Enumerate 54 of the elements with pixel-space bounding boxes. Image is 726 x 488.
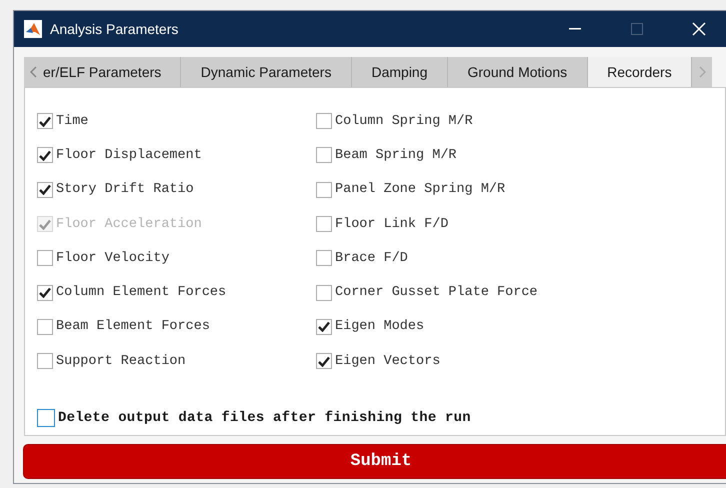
checkbox-label: Time bbox=[56, 114, 88, 129]
tab[interactable]: er/ELF Parameters bbox=[24, 57, 182, 87]
checkbox-label: Column Element Forces bbox=[56, 285, 226, 300]
checkbox[interactable] bbox=[37, 182, 53, 198]
chevron-right-icon bbox=[698, 66, 706, 78]
checkbox-label: Brace F/D bbox=[335, 250, 408, 266]
checkbox[interactable] bbox=[316, 250, 332, 266]
checkbox[interactable] bbox=[37, 147, 53, 164]
checkbox[interactable] bbox=[316, 318, 332, 335]
checkbox-label: Support Reaction bbox=[56, 354, 186, 369]
checkbox[interactable] bbox=[316, 353, 332, 370]
checkbox[interactable] bbox=[37, 318, 53, 335]
checkbox[interactable] bbox=[37, 250, 53, 266]
chevron-left-icon bbox=[30, 66, 37, 78]
check-icon bbox=[39, 184, 51, 196]
checkbox-label: Beam Element Forces bbox=[56, 319, 210, 334]
check-icon bbox=[39, 287, 51, 298]
checkbox-label: Corner Gusset Plate Force bbox=[335, 285, 538, 300]
checkbox-label: Eigen Vectors bbox=[335, 354, 440, 369]
checkbox-label: Eigen Modes bbox=[335, 319, 424, 334]
minimize-icon bbox=[569, 28, 581, 30]
tab[interactable]: Dynamic Parameters bbox=[181, 57, 352, 87]
window-title: Analysis Parameters bbox=[50, 21, 180, 37]
checkbox-label: Panel Zone Spring M/R bbox=[335, 182, 506, 198]
app-logo-icon bbox=[24, 20, 42, 38]
checkbox[interactable] bbox=[37, 409, 55, 427]
checkbox[interactable] bbox=[316, 216, 332, 232]
checkbox[interactable] bbox=[37, 113, 53, 130]
checkbox-label: Column Spring M/R bbox=[335, 114, 473, 129]
checkbox-label: Story Drift Ratio bbox=[56, 182, 194, 198]
checkbox-label: Floor Velocity bbox=[56, 250, 170, 266]
maximize-icon bbox=[631, 23, 643, 35]
checkbox-label: Delete output data files after finishing the run bbox=[58, 410, 471, 426]
checkbox[interactable] bbox=[316, 113, 332, 130]
checkbox-label: Beam Spring M/R bbox=[335, 148, 457, 163]
checkbox[interactable] bbox=[37, 284, 53, 301]
checkbox-label: Floor Displacement bbox=[56, 148, 202, 163]
submit-button[interactable]: Submit bbox=[23, 444, 726, 479]
checkbox-label: Floor Link F/D bbox=[335, 216, 448, 232]
close-icon bbox=[692, 22, 706, 36]
check-icon bbox=[318, 356, 330, 367]
checkbox[interactable] bbox=[316, 182, 332, 198]
check-icon bbox=[318, 321, 330, 332]
check-icon bbox=[39, 116, 51, 127]
tab[interactable]: Ground Motions bbox=[448, 57, 588, 87]
tab[interactable]: Recorders bbox=[588, 57, 692, 87]
checkbox[interactable] bbox=[316, 147, 332, 164]
tab-scroll-right-button[interactable] bbox=[692, 57, 712, 87]
check-icon bbox=[39, 150, 51, 161]
checkbox[interactable] bbox=[316, 284, 332, 301]
check-icon bbox=[39, 218, 51, 230]
checkbox[interactable] bbox=[37, 353, 53, 370]
tab[interactable]: Damping bbox=[352, 57, 448, 87]
checkbox-label: Floor Acceleration bbox=[56, 216, 202, 232]
